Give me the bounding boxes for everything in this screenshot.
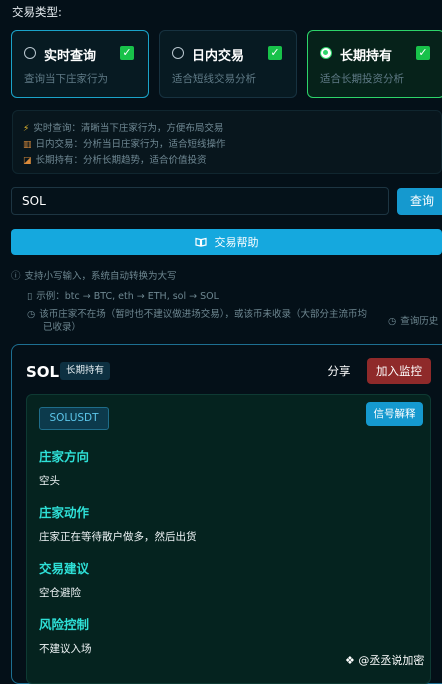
mode-desc: 适合长期投资分析 <box>320 73 404 85</box>
hint-uppercase: ⓘ 支持小写输入，系统自动转换为大写 <box>11 271 177 282</box>
add-monitor-button[interactable]: 加入监控 <box>367 358 431 384</box>
watermark: ❖ @丞丞说加密 <box>345 654 425 667</box>
mode-desc: 适合短线交易分析 <box>172 73 256 85</box>
mode-title: 长期持有 <box>340 49 393 64</box>
coin-search-input[interactable]: SOL <box>11 187 389 215</box>
mode-title: 实时查询 <box>44 49 97 64</box>
section-title-action: 庄家动作 <box>39 505 90 520</box>
check-icon: ✓ <box>416 46 430 60</box>
info-line-longterm: ◪ 长期持有：分析长期趋势，适合价值投资 <box>23 155 207 166</box>
pair-badge: SOLUSDT <box>39 407 109 430</box>
section-title-direction: 庄家方向 <box>39 449 90 464</box>
trend-chart-icon: ◪ <box>23 156 32 166</box>
info-line-realtime: ⚡ 实时查询：清晰当下庄家行为，方便布局交易 <box>23 123 224 134</box>
section-value-advice: 空仓避险 <box>39 587 81 599</box>
term-badge: 长期持有 <box>60 362 111 380</box>
book-icon <box>194 229 207 255</box>
trade-help-button[interactable]: 交易帮助 <box>11 229 442 255</box>
coin-name: SOL <box>26 363 60 381</box>
query-button[interactable]: 查询 <box>397 188 442 215</box>
share-button[interactable]: 分享 <box>320 360 358 382</box>
trade-help-label: 交易帮助 <box>214 236 259 249</box>
clock-icon: ◷ <box>27 309 36 320</box>
section-value-action: 庄家正在等待散户做多，然后出货 <box>39 531 197 543</box>
bar-chart-icon: ▥ <box>23 140 32 150</box>
section-title-advice: 交易建议 <box>39 561 90 576</box>
lightning-icon: ⚡ <box>23 124 30 134</box>
check-icon: ✓ <box>268 46 282 60</box>
mode-title: 日内交易 <box>192 49 245 64</box>
mode-info-box: ⚡ 实时查询：清晰当下庄家行为，方便布局交易 ▥ 日内交易：分析当日庄家行为，适合短… <box>12 110 442 174</box>
section-value-risk: 不建议入场 <box>39 643 92 655</box>
hint-not-found: ◷ 该币庄家不在场（暂时也不建议做进场交易），或该币未收录（大部分主流币均 已收录） <box>27 309 368 333</box>
info-circle-icon: ⓘ <box>11 271 21 282</box>
mode-card-longterm[interactable]: 长期持有 ✓ 适合长期投资分析 <box>307 30 442 98</box>
radio-longterm[interactable] <box>320 47 332 59</box>
mode-card-realtime[interactable]: 实时查询 ✓ 查询当下庄家行为 <box>11 30 149 98</box>
radio-realtime[interactable] <box>24 47 36 59</box>
mode-desc: 查询当下庄家行为 <box>24 73 108 85</box>
signal-explain-button[interactable]: 信号解释 <box>366 402 423 426</box>
history-icon: ◷ <box>388 316 397 327</box>
section-title-risk: 风险控制 <box>39 617 90 632</box>
trade-type-label: 交易类型: <box>12 5 62 19</box>
query-history-link[interactable]: ◷ 查询历史 <box>388 313 438 327</box>
hint-example: ▯ 示例：btc → BTC, eth → ETH, sol → SOL <box>27 291 219 302</box>
mode-card-intraday[interactable]: 日内交易 ✓ 适合短线交易分析 <box>159 30 297 98</box>
info-line-intraday: ▥ 日内交易：分析当日庄家行为，适合短线操作 <box>23 139 226 150</box>
document-icon: ▯ <box>27 291 33 302</box>
section-value-direction: 空头 <box>39 475 60 487</box>
radio-intraday[interactable] <box>172 47 184 59</box>
check-icon: ✓ <box>120 46 134 60</box>
